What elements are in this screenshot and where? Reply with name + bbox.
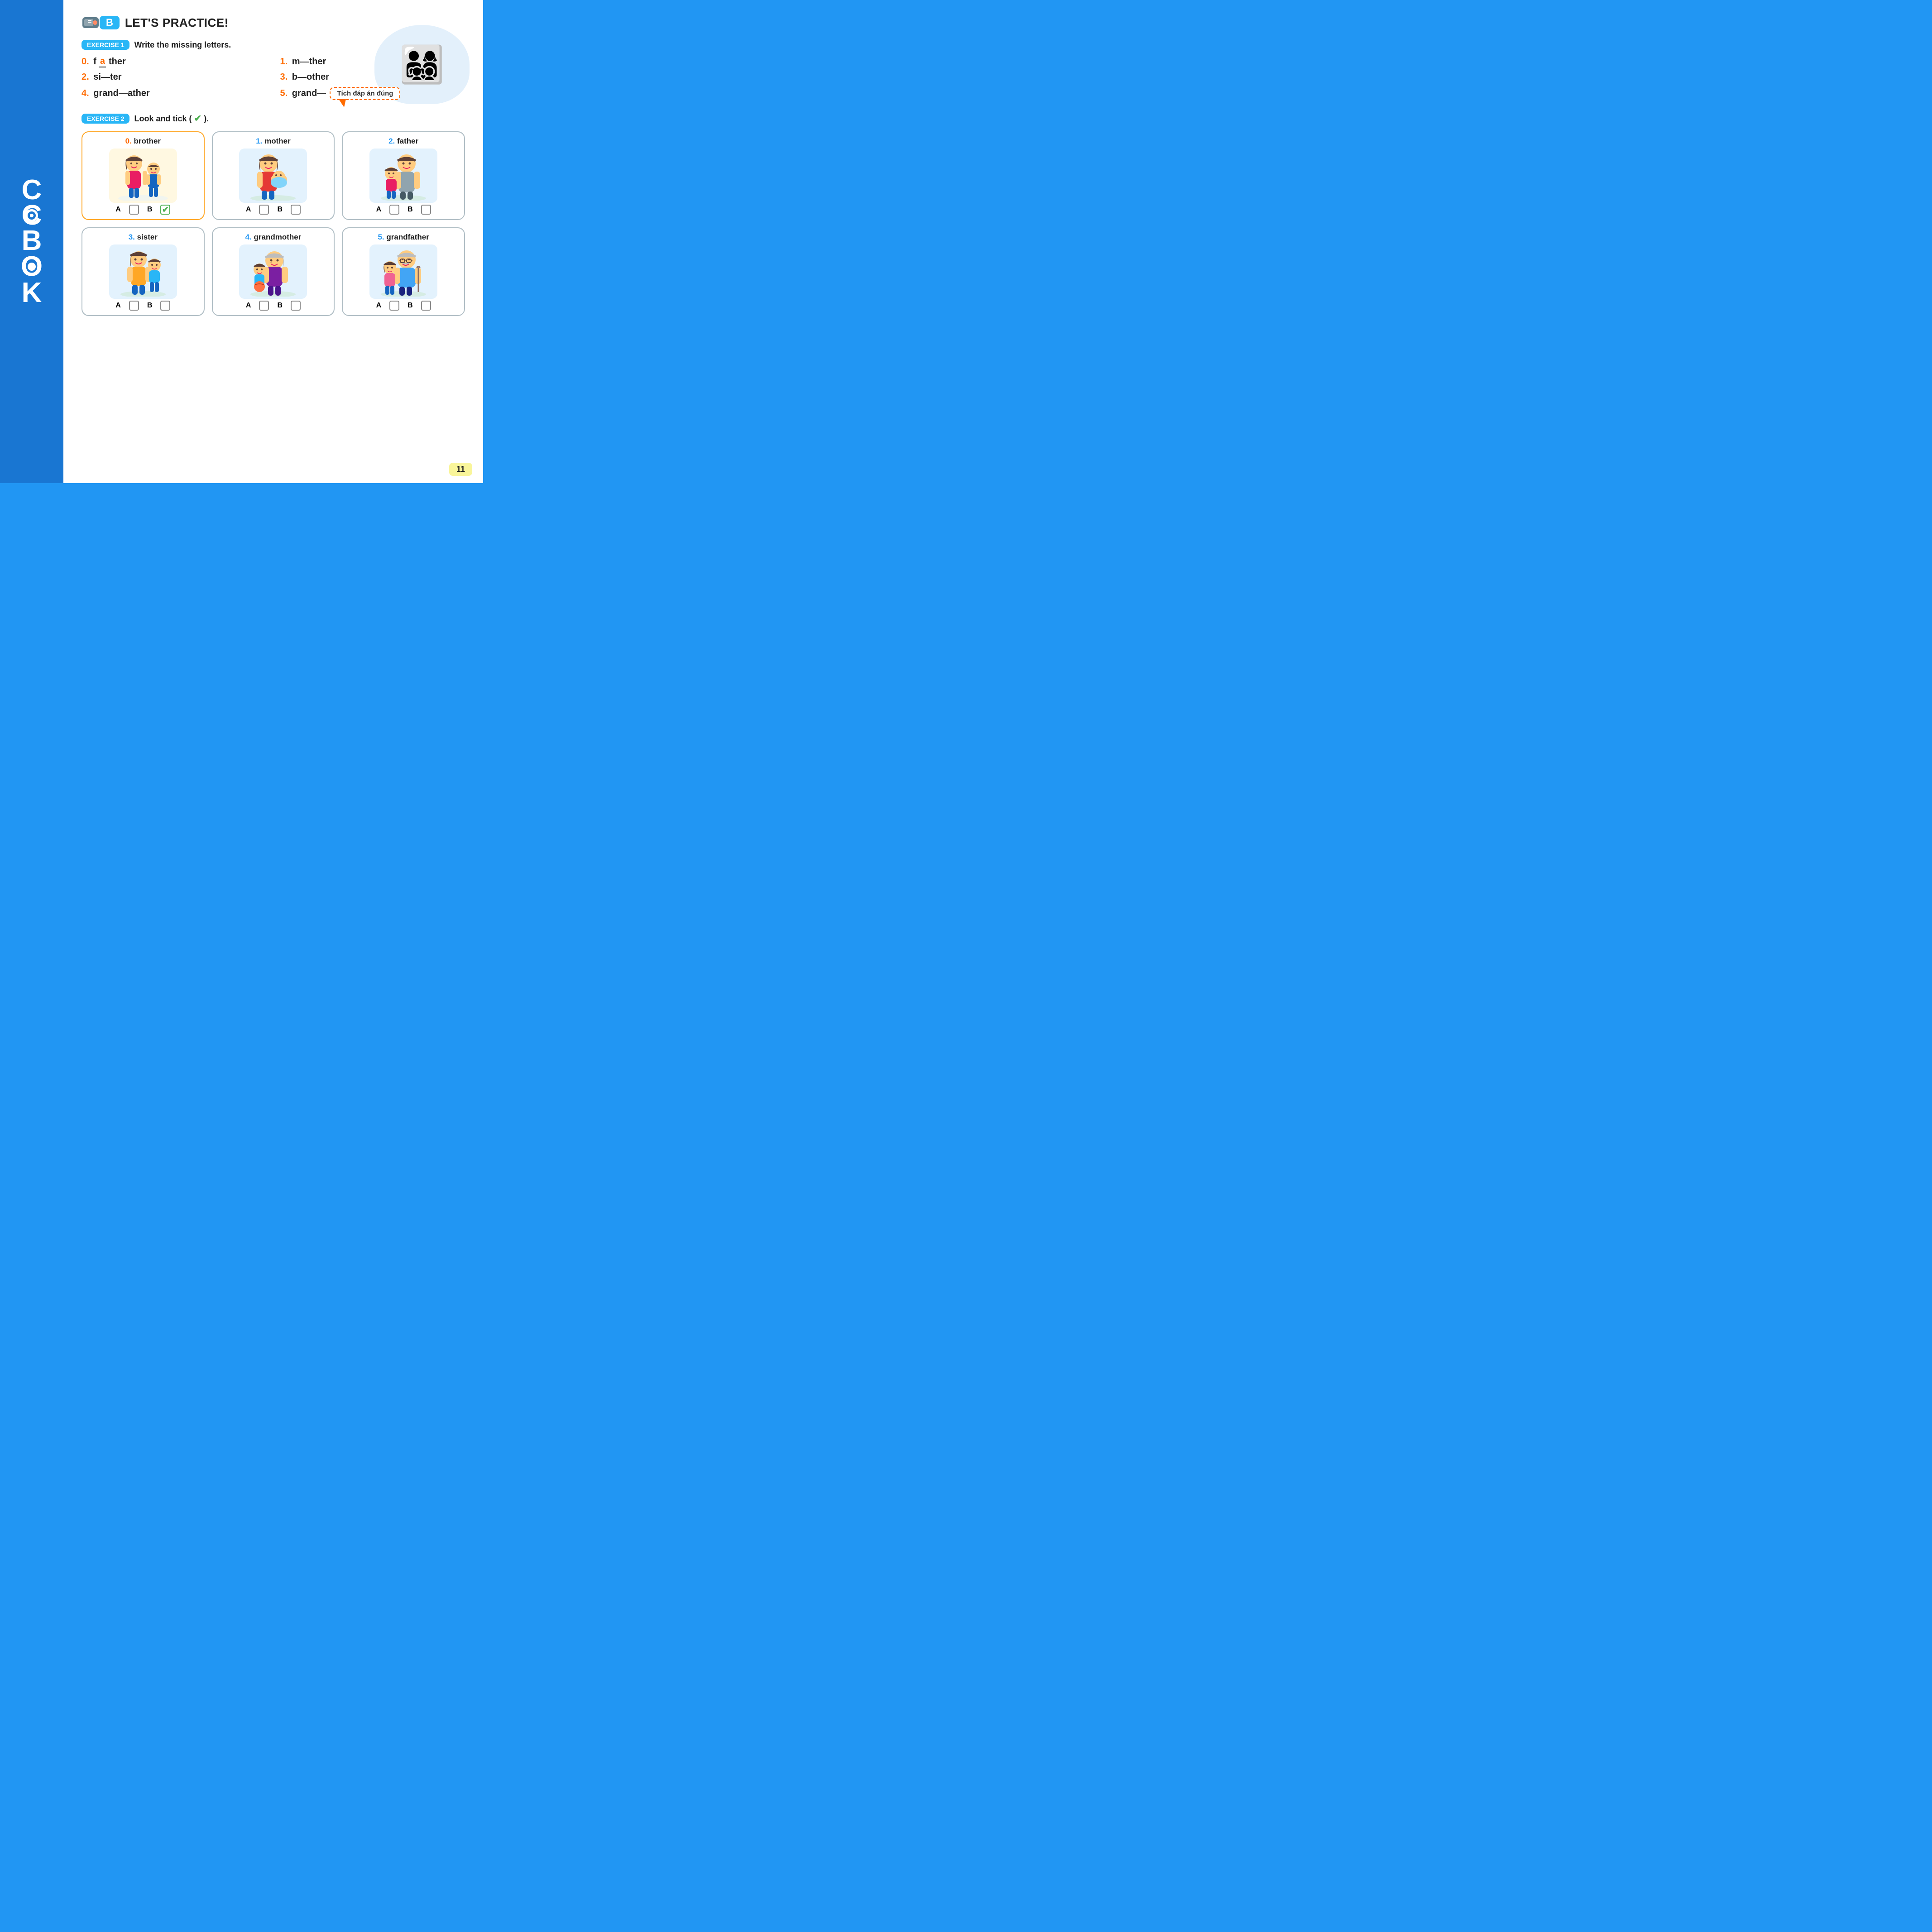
- tooltip-text: Tích đáp án đúng: [330, 87, 400, 100]
- fill-item-0: 0. f a ther: [81, 56, 267, 67]
- tooltip: Tích đáp án đúng: [330, 87, 400, 100]
- card-4-option-b[interactable]: [291, 301, 301, 311]
- card-0-option-a[interactable]: [129, 205, 139, 215]
- card-5-options: A B: [376, 301, 431, 311]
- card-5-grandfather: 5. grandfather: [342, 227, 465, 316]
- card-3-options: A B: [115, 301, 170, 311]
- exercise2-header: EXERCISE 2 Look and tick ( ✔ ).: [81, 113, 465, 124]
- card-4-option-a[interactable]: [259, 301, 269, 311]
- card-4-grandmother: 4. grandmother: [212, 227, 335, 316]
- card-0-image: [109, 149, 177, 203]
- card-0-brother: 0. brother: [81, 131, 205, 220]
- logo-b: B: [22, 228, 42, 254]
- card-1-mother: 1. mother: [212, 131, 335, 220]
- tooltip-arrow: [339, 99, 346, 107]
- card-2-title: 2. father: [388, 137, 418, 146]
- card-2-father: 2. father: [342, 131, 465, 220]
- card-0-options: A B ✔: [115, 205, 170, 215]
- logo-k: K: [22, 280, 42, 306]
- main-content: B LET'S PRACTICE! 👨‍👩‍👧‍👦 EXERCISE 1 Wri…: [63, 0, 483, 483]
- exercise2-badge: EXERCISE 2: [81, 114, 129, 124]
- pencil-icon: [81, 14, 100, 32]
- cards-row2: 3. sister: [81, 227, 465, 316]
- card-1-image: [239, 149, 307, 203]
- card-2-options: A B: [376, 205, 431, 215]
- card-5-image: [369, 244, 437, 299]
- card-3-option-b[interactable]: [160, 301, 170, 311]
- card-0-title: 0. brother: [125, 137, 161, 146]
- card-1-title: 1. mother: [256, 137, 291, 146]
- card-2-option-a[interactable]: [389, 205, 399, 215]
- card-5-option-a[interactable]: [389, 301, 399, 311]
- grandfather-illustration: [374, 247, 433, 297]
- logo-o: O: [21, 254, 43, 279]
- grandmother-illustration: [244, 247, 302, 297]
- card-4-image: [239, 244, 307, 299]
- b-badge: B: [100, 16, 120, 29]
- card-1-option-a[interactable]: [259, 205, 269, 215]
- card-1-options: A B: [246, 205, 301, 215]
- exercise2-instruction: Look and tick ( ✔ ).: [134, 113, 209, 124]
- card-3-image: [109, 244, 177, 299]
- page-number: 11: [449, 463, 472, 476]
- card-3-option-a[interactable]: [129, 301, 139, 311]
- card-1-option-b[interactable]: [291, 205, 301, 215]
- main-title: LET'S PRACTICE!: [125, 16, 229, 30]
- brother-illustration: [114, 151, 173, 201]
- fill-item-4: 4. grand ather: [81, 87, 267, 100]
- sidebar: C C B O K Build-up 1A - Có đáp án (theo …: [0, 0, 63, 483]
- father-illustration: [374, 151, 433, 201]
- fill-item-5: 5. grand Tích đáp án đúng: [280, 87, 465, 100]
- mother-illustration: [244, 151, 302, 201]
- cards-row1: 0. brother: [81, 131, 465, 220]
- card-5-option-b[interactable]: [421, 301, 431, 311]
- tick-symbol: ✔: [194, 114, 202, 124]
- card-5-title: 5. grandfather: [378, 233, 429, 242]
- card-2-option-b[interactable]: [421, 205, 431, 215]
- card-0-option-b[interactable]: ✔: [160, 205, 170, 215]
- exercise1-badge: EXERCISE 1: [81, 40, 129, 50]
- fill-item-2: 2. si ter: [81, 72, 267, 82]
- logo-c2: C: [22, 203, 42, 228]
- card-3-title: 3. sister: [129, 233, 158, 242]
- card-4-title: 4. grandmother: [245, 233, 302, 242]
- card-3-sister: 3. sister: [81, 227, 205, 316]
- exercise1-instruction: Write the missing letters.: [134, 40, 231, 50]
- sister-illustration: [114, 247, 173, 297]
- logo-c1: C: [22, 177, 42, 203]
- card-2-image: [369, 149, 437, 203]
- card-4-options: A B: [246, 301, 301, 311]
